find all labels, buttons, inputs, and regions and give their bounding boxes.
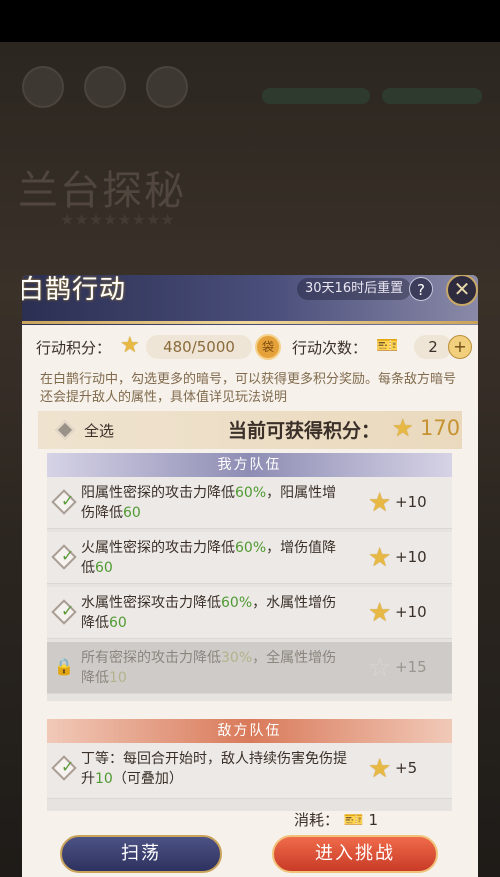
background-circle-button: [22, 66, 64, 108]
help-icon[interactable]: ?: [409, 277, 433, 301]
item-text: 丁等：每回合开始时，敌人持续伤害免伤提升10（可叠加）: [81, 749, 349, 789]
list-item[interactable]: ✓ 丁等：每回合开始时，敌人持续伤害免伤提升10（可叠加） ★ +5: [47, 743, 452, 799]
check-icon: ✓: [60, 757, 75, 777]
star-icon: ★: [368, 488, 392, 518]
star-icon: ★: [368, 598, 392, 628]
my-team-section: 我方队伍 ✓ 阳属性密探的攻击力降低60%，阳属性增伤降低60 ★ +10 ✓ …: [47, 453, 452, 701]
checkbox[interactable]: ✓: [51, 755, 77, 781]
item-text: 阳属性密探的攻击力降低60%，阳属性增伤降低60: [81, 483, 349, 523]
list-item[interactable]: ✓ 水属性密探攻击力降低60%，水属性增伤降低60 ★ +10: [47, 587, 452, 639]
enemy-team-section: 敌方队伍 ✓ 丁等：每回合开始时，敌人持续伤害免伤提升10（可叠加） ★ +5: [47, 719, 452, 811]
item-text-mid: （可叠加）: [112, 771, 183, 787]
cost-label: 消耗：: [294, 811, 340, 829]
checkbox[interactable]: ✓: [51, 489, 77, 515]
white-magpie-modal: 白鹊行动 30天16时后重置 ? ✕ 行动积分： ★ 480/5000 袋 行动…: [22, 275, 478, 877]
item-reward: +15: [395, 658, 427, 676]
background-bar: [382, 88, 482, 104]
item-value-highlight: 60%: [235, 485, 267, 501]
enter-challenge-button[interactable]: 进入挑战: [272, 835, 438, 873]
item-value-highlight: 60: [95, 560, 113, 576]
sweep-button[interactable]: 扫荡: [60, 835, 222, 873]
reset-timer: 30天16时后重置: [297, 278, 412, 300]
item-text-pre: 阳属性密探的攻击力降低: [81, 485, 235, 501]
item-value-highlight: 10: [95, 771, 113, 787]
item-reward: +10: [395, 493, 427, 511]
list-item[interactable]: ✓ 火属性密探的攻击力降低60%，增伤值降低60 ★ +10: [47, 532, 452, 584]
list-item[interactable]: ✓ 阳属性密探的攻击力降低60%，阳属性增伤降低60 ★ +10: [47, 477, 452, 529]
star-outline-icon: ☆: [368, 653, 392, 683]
item-text-pre: 火属性密探的攻击力降低: [81, 540, 235, 556]
check-icon: ✓: [60, 546, 75, 566]
description-text: 在白鹊行动中，勾选更多的暗号，可以获得更多积分奖励。每条敌方暗号还会提升敌人的属…: [40, 372, 457, 405]
ticket-icon: 🎫: [376, 335, 399, 356]
background-bar: [262, 88, 370, 104]
modal-title: 白鹊行动: [22, 275, 127, 305]
current-points-label: 当前可获得积分：: [228, 420, 381, 442]
item-value-highlight: 60%: [221, 595, 253, 611]
stats-row: 行动积分： ★ 480/5000 袋 行动次数： 🎫 2 +: [36, 333, 472, 361]
item-reward: +5: [395, 759, 418, 777]
add-actions-button[interactable]: +: [448, 335, 472, 359]
star-icon: ★: [368, 754, 392, 784]
check-icon: ✓: [60, 491, 75, 511]
star-icon: ★: [368, 543, 392, 573]
checkbox[interactable]: ✓: [51, 599, 77, 625]
background-circle-button: [84, 66, 126, 108]
item-reward: +10: [395, 603, 427, 621]
select-all-label[interactable]: 全选: [84, 420, 114, 441]
actions-value: 2: [414, 335, 452, 359]
item-value-highlight: 60%: [235, 540, 267, 556]
item-value-highlight: 60: [109, 615, 127, 631]
item-text: 水属性密探攻击力降低60%，水属性增伤降低60: [81, 593, 349, 633]
select-all-bar: 全选 当前可获得积分： ★ 170: [38, 411, 462, 449]
reward-bag-icon[interactable]: 袋: [255, 334, 281, 360]
points-value: 480/5000: [146, 335, 252, 359]
current-points-value: 170: [420, 416, 461, 440]
background-circle-button: [146, 66, 188, 108]
close-icon[interactable]: ✕: [446, 275, 478, 306]
actions-label: 行动次数：: [292, 339, 368, 357]
background-stars: ★★★★★★★★: [60, 210, 175, 229]
check-icon: ✓: [60, 601, 75, 621]
item-text: 所有密探的攻击力降低30%，全属性增伤降低10: [81, 648, 349, 688]
background-title: 兰台探秘: [18, 168, 186, 214]
cost-value: 1: [368, 811, 379, 829]
my-team-header: 我方队伍: [47, 453, 452, 477]
checkbox[interactable]: ✓: [51, 544, 77, 570]
item-reward: +10: [395, 548, 427, 566]
select-all-checkbox[interactable]: [55, 420, 75, 440]
item-text: 火属性密探的攻击力降低60%，增伤值降低60: [81, 538, 349, 578]
points-label: 行动积分：: [36, 339, 112, 357]
ticket-icon: 🎫: [343, 810, 364, 829]
item-text-pre: 水属性密探攻击力降低: [81, 595, 221, 611]
item-value-highlight: 10: [109, 670, 127, 686]
lock-icon: 🔒: [54, 657, 74, 676]
list-item-locked[interactable]: 🔒 所有密探的攻击力降低30%，全属性增伤降低10 ☆ +15: [47, 642, 452, 694]
item-value-highlight: 60: [123, 505, 141, 521]
enemy-team-header: 敌方队伍: [47, 719, 452, 743]
star-icon: ★: [120, 333, 140, 358]
cost-row: 消耗： 🎫 1: [294, 809, 378, 830]
item-value-highlight: 30%: [221, 650, 253, 666]
header-gold-trim: [22, 321, 478, 324]
item-text-pre: 所有密探的攻击力降低: [81, 650, 221, 666]
star-icon: ★: [392, 414, 414, 442]
